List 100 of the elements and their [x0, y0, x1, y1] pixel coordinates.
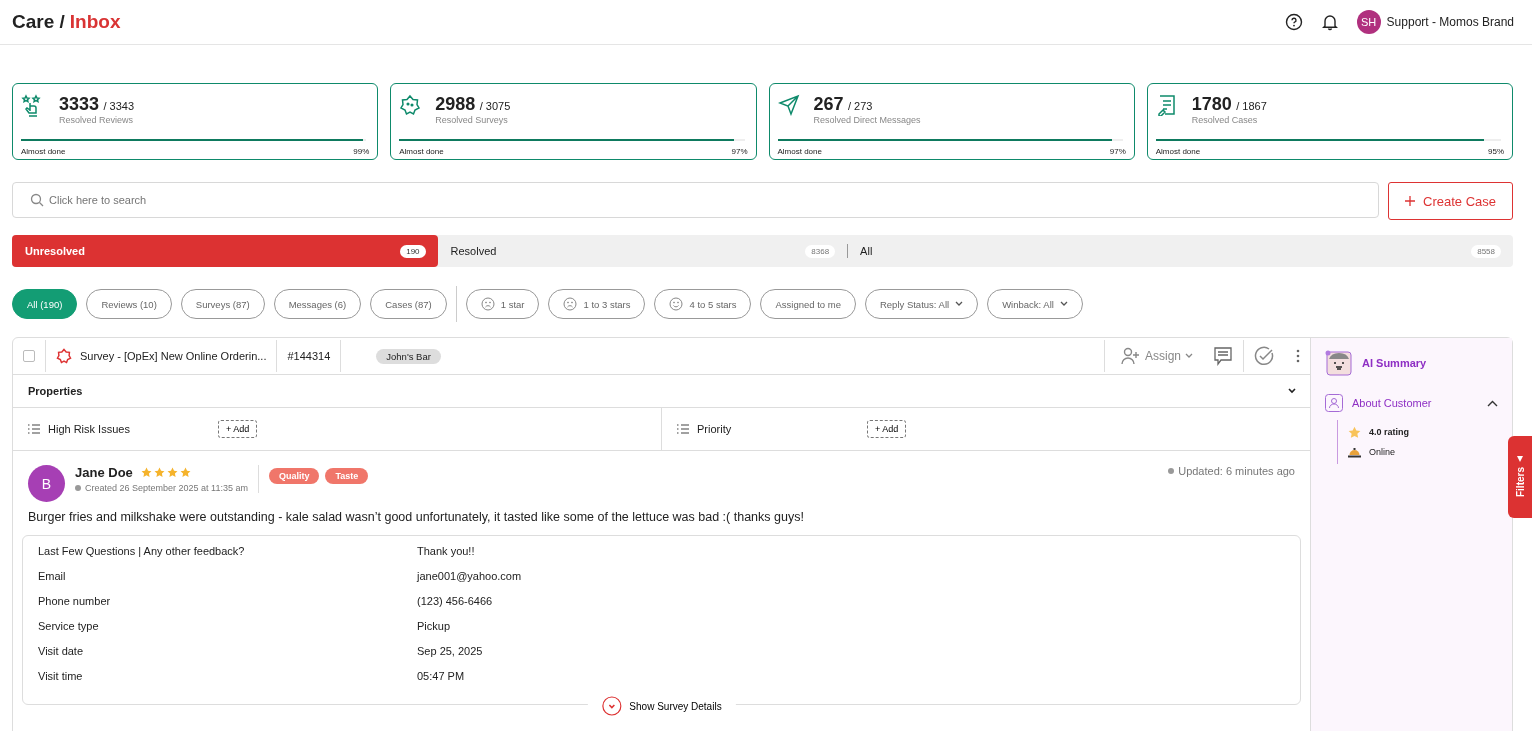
assign-button[interactable]: Assign	[1114, 346, 1199, 366]
survey-question: Service type	[38, 619, 100, 632]
survey-answer: jane001@yahoo.com	[417, 569, 522, 582]
list-icon	[28, 424, 40, 434]
star-icon	[179, 467, 191, 478]
author-name: Jane Doe	[75, 465, 133, 480]
star-icon	[153, 467, 165, 478]
stat-value: 3333	[59, 94, 100, 114]
topic-tag: Quality	[268, 468, 320, 484]
star-icon	[166, 467, 178, 478]
survey-answer: Sep 25, 2025	[417, 644, 483, 657]
caret-icon	[1517, 456, 1523, 463]
filter-chip[interactable]: Reply Status: All	[864, 289, 979, 319]
create-case-button[interactable]: Create Case	[1388, 182, 1513, 220]
progress-status: Almost done	[777, 147, 822, 156]
filter-chip[interactable]: 1 star	[465, 289, 540, 319]
filter-chip[interactable]: Cases (87)	[370, 289, 447, 319]
add-user-icon	[1120, 347, 1141, 365]
filter-chip[interactable]: Messages (6)	[273, 289, 362, 319]
stat-label: Resolved Surveys	[435, 115, 509, 125]
sad-face-icon	[563, 297, 578, 311]
star-icon	[1348, 425, 1361, 439]
sad-face-icon	[480, 297, 495, 311]
search-field[interactable]: Click here to search	[12, 182, 1379, 218]
show-details-button[interactable]: Show Survey Details	[587, 694, 736, 718]
stat-label: Resolved Cases	[1191, 115, 1259, 125]
filter-chip[interactable]: Assigned to me	[760, 289, 856, 319]
person-icon	[1325, 394, 1343, 412]
panel-title: AI Summary	[1362, 357, 1427, 369]
stat-total: / 3075	[479, 100, 511, 112]
stat-value: 267	[813, 94, 844, 114]
smile-icon	[669, 297, 684, 311]
document-icon	[1155, 94, 1178, 116]
chevron-down-icon[interactable]	[1288, 388, 1296, 394]
survey-answer: Pickup	[417, 619, 451, 632]
search-icon	[30, 193, 44, 207]
survey-question: Visit date	[38, 644, 85, 657]
more-icon[interactable]	[1296, 349, 1300, 363]
chevron-circle-icon	[601, 696, 622, 716]
created-date: Created 26 September 2025 at 11:35 am	[85, 483, 248, 493]
bell-icon[interactable]	[1320, 13, 1339, 31]
progress-status: Almost done	[1155, 147, 1201, 156]
topic-tag: Taste	[325, 468, 369, 484]
customer-channel: Online	[1369, 447, 1395, 457]
stat-total: / 3343	[103, 100, 135, 112]
survey-answer: (123) 456-6466	[417, 594, 493, 607]
page-title: Inbox	[69, 11, 121, 33]
service-bell-icon	[1348, 446, 1361, 458]
flower-icon	[399, 94, 422, 116]
progress-status: Almost done	[399, 147, 444, 156]
filter-chip[interactable]: Reviews (10)	[86, 289, 172, 319]
send-icon	[777, 94, 800, 116]
review-message: Burger fries and milkshake were outstanding - kale salad wasn’t good unfortunately, it tasted like some of the lettuce was bad :( thanks guys!	[28, 510, 805, 524]
filter-chip[interactable]: 1 to 3 stars	[548, 289, 646, 319]
filter-chip[interactable]: 4 to 5 stars	[654, 289, 752, 319]
add-button[interactable]: + Add	[867, 420, 907, 438]
survey-answer: 05:47 PM	[417, 669, 465, 682]
avatar: B	[28, 465, 65, 502]
section-title[interactable]: About Customer	[1352, 397, 1478, 409]
status-tab[interactable]: Resolved 8368	[437, 235, 848, 267]
filter-chip[interactable]: Winback: All	[987, 289, 1083, 319]
chevron-down-icon	[955, 301, 964, 307]
chevron-up-icon[interactable]	[1487, 399, 1498, 407]
stat-label: Resolved Direct Messages	[813, 115, 921, 125]
case-title[interactable]: Survey - [OpEx] New Online Orderin...	[80, 350, 267, 362]
flower-icon	[56, 348, 72, 364]
customer-rating: 4.0 rating	[1369, 427, 1409, 437]
progress-percent: 99%	[353, 147, 370, 156]
checkbox[interactable]	[23, 350, 35, 362]
add-button[interactable]: + Add	[218, 420, 258, 438]
status-tab[interactable]: Unresolved 190	[12, 235, 438, 267]
property-label: Priority	[697, 423, 733, 435]
survey-answer: Thank you!!	[417, 544, 475, 557]
stat-total: / 1867	[1236, 100, 1267, 112]
breadcrumb-root[interactable]: Care /	[12, 11, 65, 33]
progress-percent: 97%	[1109, 147, 1126, 156]
filter-chip[interactable]: Surveys (87)	[180, 289, 265, 319]
properties-title: Properties	[28, 385, 83, 397]
status-tab[interactable]: All 8558	[847, 235, 1513, 267]
case-number: #144314	[287, 350, 331, 362]
comment-icon[interactable]	[1213, 346, 1233, 366]
survey-question: Last Few Questions | Any other feedback?	[38, 544, 246, 557]
plus-icon	[1405, 196, 1415, 206]
stat-value: 2988	[435, 94, 476, 114]
help-icon[interactable]	[1284, 13, 1303, 31]
progress-percent: 97%	[731, 147, 748, 156]
user-name[interactable]: Support - Momos Brand	[1386, 15, 1514, 29]
updated-time: Updated: 6 minutes ago	[1178, 465, 1295, 477]
user-avatar[interactable]: SH	[1356, 10, 1381, 34]
stat-label: Resolved Reviews	[59, 115, 135, 125]
stat-value: 1780	[1191, 94, 1232, 114]
progress-percent: 95%	[1488, 147, 1504, 156]
progress-status: Almost done	[21, 147, 66, 156]
property-label: High Risk Issues	[48, 423, 131, 435]
robot-face-icon	[1325, 350, 1353, 376]
filters-tab[interactable]: Filters	[1508, 436, 1532, 518]
chevron-down-icon	[1059, 301, 1068, 307]
chevron-down-icon	[1185, 353, 1193, 359]
star-icon	[140, 467, 152, 478]
filter-chip[interactable]: All (190)	[12, 289, 78, 319]
